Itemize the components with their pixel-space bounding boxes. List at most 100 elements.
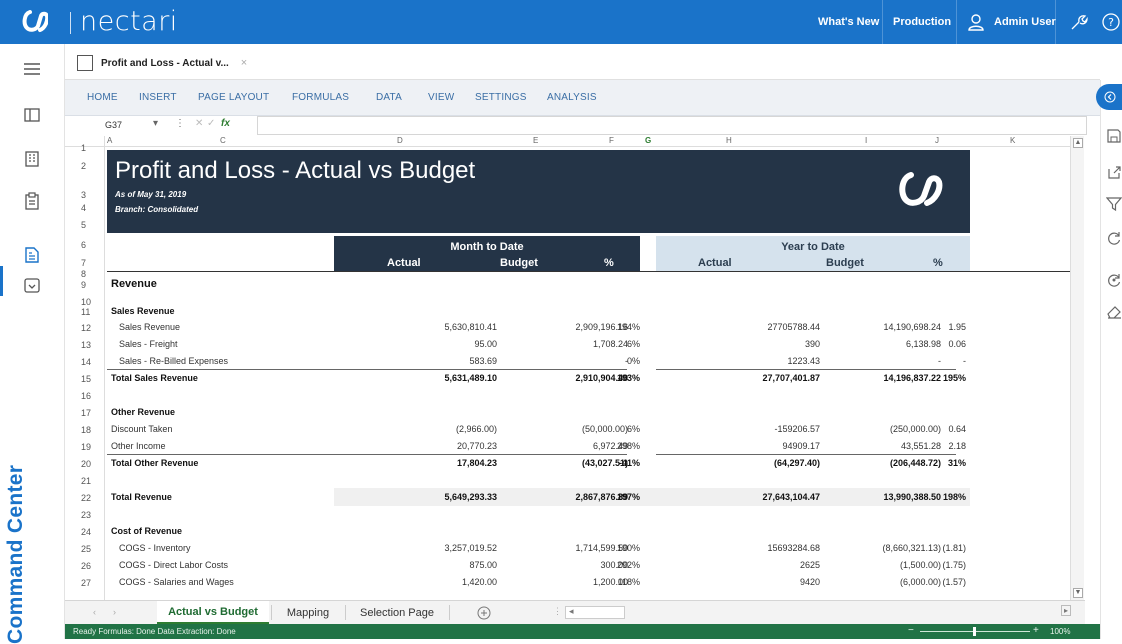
row-label[interactable]: Sales Revenue (119, 322, 180, 332)
row-number[interactable]: 17 (81, 408, 101, 418)
vertical-scrollbar[interactable]: ▲ ▼ (1070, 136, 1084, 600)
export-icon[interactable] (1106, 164, 1122, 180)
ytd-actual-cell[interactable]: 2625 (670, 560, 820, 570)
close-tab-icon[interactable]: × (241, 57, 247, 69)
ytd-budget-cell[interactable]: (206,448.72) (821, 458, 941, 468)
previous-sheet-icon[interactable]: ‹ (93, 607, 96, 617)
mtd-actual-cell[interactable]: 583.69 (377, 356, 497, 366)
mtd-actual-cell[interactable]: 5,649,293.33 (377, 492, 497, 502)
row-number[interactable]: 25 (81, 544, 101, 554)
ytd-percent-cell[interactable]: (1.81) (926, 543, 966, 553)
row-number[interactable]: 20 (81, 459, 101, 469)
zoom-slider-handle[interactable] (973, 627, 976, 636)
row-label[interactable]: COGS - Direct Labor Costs (119, 560, 228, 570)
mtd-actual-cell[interactable]: 17,804.23 (377, 458, 497, 468)
row-number[interactable]: 26 (81, 561, 101, 571)
ytd-actual-cell[interactable]: (64,297.40) (670, 458, 820, 468)
tab-analysis[interactable]: ANALYSIS (547, 92, 597, 103)
save-icon[interactable] (1106, 128, 1122, 144)
row-number[interactable]: 22 (81, 493, 101, 503)
whats-new-link[interactable]: What's New (818, 0, 879, 44)
row-number[interactable]: 23 (81, 510, 101, 520)
ytd-percent-cell[interactable]: 0.64 (926, 424, 966, 434)
ytd-actual-cell[interactable]: 9420 (670, 577, 820, 587)
building-icon[interactable] (23, 150, 41, 168)
ytd-actual-cell[interactable]: 27,643,104.47 (670, 492, 820, 502)
ytd-actual-cell[interactable]: 27705788.44 (670, 322, 820, 332)
tab-home[interactable]: HOME (87, 92, 118, 103)
filter-icon[interactable] (1106, 196, 1122, 212)
ytd-actual-cell[interactable]: -159206.57 (670, 424, 820, 434)
ytd-budget-cell[interactable]: (250,000.00) (821, 424, 941, 434)
ytd-actual-cell[interactable]: 27,707,401.87 (670, 373, 820, 383)
tab-page-layout[interactable]: PAGE LAYOUT (198, 92, 269, 103)
mtd-percent-cell[interactable]: 190% (590, 543, 640, 553)
tab-insert[interactable]: INSERT (139, 92, 177, 103)
cancel-edit-icon[interactable]: ✕ (195, 118, 203, 129)
next-sheet-icon[interactable]: › (113, 607, 116, 617)
mtd-actual-cell[interactable]: 95.00 (377, 339, 497, 349)
user-icon[interactable] (966, 12, 986, 32)
cell-reference-dropdown-icon[interactable]: ▾ (153, 118, 158, 129)
mtd-actual-cell[interactable]: 875.00 (377, 560, 497, 570)
add-sheet-icon[interactable] (477, 606, 491, 620)
mtd-actual-cell[interactable]: (2,966.00) (377, 424, 497, 434)
ytd-percent-cell[interactable]: (1.57) (926, 577, 966, 587)
scroll-left-icon[interactable]: ◂ (569, 606, 574, 617)
ytd-budget-cell[interactable]: (1,500.00) (821, 560, 941, 570)
mtd-percent-cell[interactable]: 194% (590, 322, 640, 332)
row-label[interactable]: Sales Revenue (111, 306, 175, 316)
row-number[interactable]: 5 (81, 220, 101, 230)
row-label[interactable]: Total Other Revenue (111, 458, 198, 468)
mtd-actual-cell[interactable]: 5,631,489.10 (377, 373, 497, 383)
row-number[interactable]: 16 (81, 391, 101, 401)
confirm-edit-icon[interactable]: ✓ (207, 118, 215, 129)
eraser-icon[interactable] (1106, 304, 1122, 320)
dashboard-icon[interactable] (23, 276, 41, 294)
panels-icon[interactable] (23, 106, 41, 124)
collapse-panel-button[interactable] (1096, 84, 1122, 110)
sheet-tab-mapping[interactable]: Mapping (273, 601, 343, 624)
refresh-icon[interactable] (1106, 230, 1122, 246)
formula-input[interactable] (257, 116, 1087, 135)
sheet-tab-actual-vs-budget[interactable]: Actual vs Budget (157, 601, 269, 624)
ytd-budget-cell[interactable]: 14,196,837.22 (821, 373, 941, 383)
row-label[interactable]: Sales - Freight (119, 339, 178, 349)
mtd-percent-cell[interactable]: -41% (590, 458, 640, 468)
ytd-percent-cell[interactable]: - (926, 356, 966, 366)
row-label[interactable]: Sales - Re-Billed Expenses (119, 356, 228, 366)
row-number[interactable]: 27 (81, 578, 101, 588)
cell-reference-box[interactable]: G37 (105, 120, 122, 130)
row-label[interactable]: Other Revenue (111, 407, 175, 417)
row-label[interactable]: Other Income (111, 441, 166, 451)
row-number[interactable]: 2 (81, 161, 101, 171)
row-number[interactable]: 21 (81, 476, 101, 486)
row-label[interactable]: Total Sales Revenue (111, 373, 198, 383)
mtd-percent-cell[interactable]: 0% (590, 356, 640, 366)
sheet-tab-selection-page[interactable]: Selection Page (347, 601, 447, 624)
ytd-percent-cell[interactable]: 31% (926, 458, 966, 468)
horizontal-scrollbar[interactable]: ◂ (565, 606, 625, 619)
clipboard-icon[interactable] (23, 192, 41, 210)
mtd-percent-cell[interactable]: 193% (590, 373, 640, 383)
ytd-budget-cell[interactable]: 6,138.98 (821, 339, 941, 349)
more-options-icon[interactable]: ⋮ (175, 118, 185, 129)
mtd-actual-cell[interactable]: 3,257,019.52 (377, 543, 497, 553)
ytd-budget-cell[interactable]: 14,190,698.24 (821, 322, 941, 332)
spreadsheet-grid[interactable]: A C D E F G H I J K 1 2 3 4 5 6 7 8 9 10 11 12 13 14 1… (65, 136, 1070, 600)
ytd-budget-cell[interactable]: 13,990,388.50 (821, 492, 941, 502)
row-number[interactable]: 13 (81, 340, 101, 350)
row-label[interactable]: COGS - Inventory (119, 543, 191, 553)
row-number[interactable]: 6 (81, 240, 101, 250)
scroll-right-button[interactable]: ▸ (1061, 605, 1071, 616)
ytd-percent-cell[interactable]: 198% (926, 492, 966, 502)
row-label[interactable]: Total Revenue (111, 492, 172, 502)
scroll-down-button[interactable]: ▼ (1073, 588, 1083, 598)
refresh-all-icon[interactable] (1106, 272, 1122, 288)
row-number[interactable]: 7 (81, 258, 101, 268)
row-number[interactable]: 19 (81, 442, 101, 452)
function-icon[interactable]: fx (221, 118, 230, 129)
zoom-in-icon[interactable]: + (1033, 625, 1039, 636)
hamburger-menu-icon[interactable] (23, 60, 41, 78)
document-tab[interactable]: Profit and Loss - Actual v... × (77, 52, 247, 74)
